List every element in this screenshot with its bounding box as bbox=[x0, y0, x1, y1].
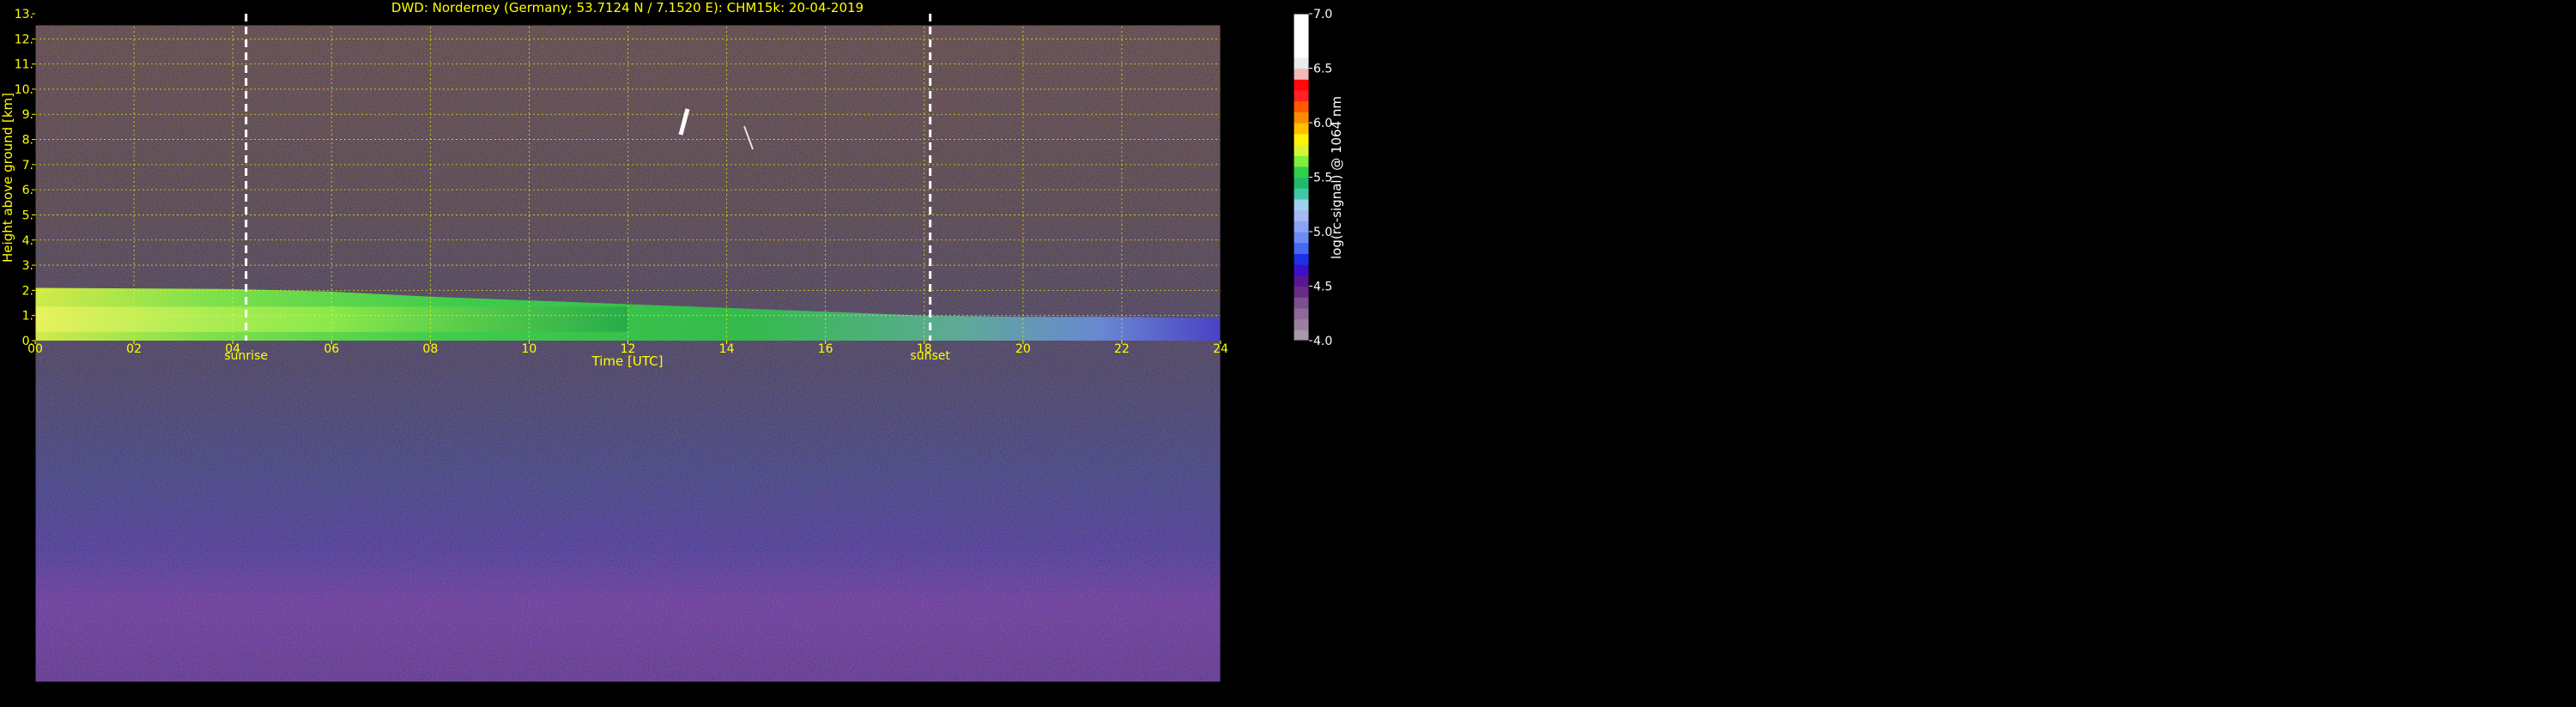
y-tick-label: 9. bbox=[22, 108, 33, 122]
colorbar-segment bbox=[1294, 46, 1309, 58]
colorbar-segment bbox=[1294, 35, 1309, 47]
colorbar-label: log(rc-signal) @ 1064 nm bbox=[1329, 96, 1344, 259]
x-tick-label: 22 bbox=[1114, 342, 1130, 356]
y-axis-label: Height above ground [km] bbox=[0, 93, 15, 263]
x-tick-label: 18 bbox=[917, 342, 932, 356]
x-tick-label: 14 bbox=[719, 342, 735, 356]
y-tick-label: 2. bbox=[22, 284, 33, 298]
colorbar-segment bbox=[1294, 112, 1309, 124]
colorbar-segment bbox=[1294, 264, 1309, 276]
colorbar-segment bbox=[1294, 133, 1309, 145]
colorbar-segment bbox=[1294, 286, 1309, 298]
colorbar-segment bbox=[1294, 100, 1309, 112]
colorbar-segment bbox=[1294, 79, 1309, 91]
y-tick-label: 7. bbox=[22, 159, 33, 172]
y-tick-label: 6. bbox=[22, 184, 33, 197]
x-tick-label: 08 bbox=[422, 342, 438, 356]
x-tick-label: 02 bbox=[126, 342, 142, 356]
x-tick-label: 16 bbox=[818, 342, 833, 356]
y-tick-label: 5. bbox=[22, 208, 33, 222]
chart-title: DWD: Norderney (Germany; 53.7124 N / 7.1… bbox=[391, 0, 864, 15]
colorbar-segment bbox=[1294, 329, 1309, 341]
colorbar-segment bbox=[1294, 144, 1309, 156]
colorbar-tick-label: 4.0 bbox=[1313, 335, 1332, 348]
y-tick-label: 4. bbox=[22, 234, 33, 248]
colorbar-segment bbox=[1294, 177, 1309, 189]
x-tick-label: 10 bbox=[522, 342, 537, 356]
y-tick-label: 12. bbox=[15, 33, 33, 46]
colorbar-tick-label: 4.5 bbox=[1313, 281, 1332, 294]
colorbar-segment bbox=[1294, 275, 1309, 287]
colorbar-segment bbox=[1294, 68, 1309, 80]
lidar-figure: DWD: Norderney (Germany; 53.7124 N / 7.1… bbox=[0, 0, 2576, 707]
colorbar-segment bbox=[1294, 232, 1309, 244]
colorbar-segment bbox=[1294, 297, 1309, 309]
colorbar-segment bbox=[1294, 221, 1309, 233]
colorbar-segment bbox=[1294, 253, 1309, 265]
colorbar-segment bbox=[1294, 188, 1309, 200]
colorbar-segment bbox=[1294, 198, 1309, 211]
x-tick-label: 06 bbox=[324, 342, 339, 356]
x-tick-label: 20 bbox=[1015, 342, 1031, 356]
colorbar-segment bbox=[1294, 14, 1309, 26]
colorbar-tick-label: 7.0 bbox=[1313, 8, 1332, 21]
colorbar-segment bbox=[1294, 209, 1309, 221]
colorbar-segment bbox=[1294, 89, 1309, 102]
y-tick-label: 1. bbox=[22, 310, 33, 323]
colorbar-segment bbox=[1294, 166, 1309, 178]
x-tick-label: 04 bbox=[225, 342, 240, 356]
colorbar-segment bbox=[1294, 57, 1309, 69]
colorbar-segment bbox=[1294, 242, 1309, 254]
y-tick-label: 0. bbox=[22, 335, 33, 348]
colorbar-segment bbox=[1294, 307, 1309, 320]
y-tick-label: 13. bbox=[15, 8, 33, 21]
y-tick-label: 11. bbox=[15, 58, 33, 72]
y-tick-label: 8. bbox=[22, 134, 33, 148]
y-tick-label: 10. bbox=[15, 83, 33, 97]
colorbar-tick-label: 6.5 bbox=[1313, 63, 1332, 76]
colorbar-segment bbox=[1294, 318, 1309, 330]
x-tick-label: 24 bbox=[1213, 342, 1228, 356]
colorbar-segment bbox=[1294, 123, 1309, 135]
colorbar-segment bbox=[1294, 155, 1309, 167]
x-axis-label: Time [UTC] bbox=[591, 354, 664, 369]
y-tick-label: 3. bbox=[22, 259, 33, 273]
colorbar-segment bbox=[1294, 24, 1309, 36]
